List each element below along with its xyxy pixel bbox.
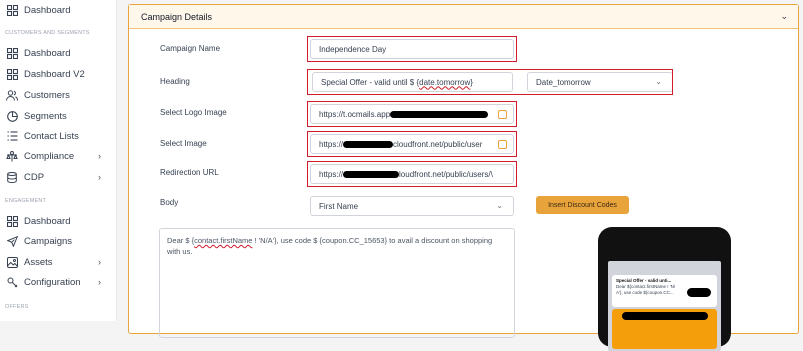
body-label: Body <box>160 198 179 207</box>
sidebar-item-label: Contact Lists <box>24 130 79 142</box>
sidebar-item-cdp[interactable]: CDP › <box>6 168 116 186</box>
sidebar-item-label: Dashboard V2 <box>24 68 85 80</box>
settings-icon <box>6 276 18 288</box>
grid-icon <box>6 47 18 59</box>
sidebar-item-dashboard-top[interactable]: Dashboard <box>6 1 70 19</box>
sidebar-item-label: Segments <box>24 110 67 122</box>
body-select-value: First Name <box>319 201 359 211</box>
database-icon <box>6 171 18 183</box>
chevron-down-icon: ⌄ <box>496 201 503 210</box>
main-content: Campaign Details ⌄ Campaign Name Indepen… <box>117 0 803 351</box>
chevron-down-icon[interactable]: ⌄ <box>780 11 788 22</box>
highlight-box <box>307 69 673 95</box>
highlight-box <box>307 101 517 127</box>
campaign-name-label: Campaign Name <box>160 44 221 53</box>
sidebar-item-campaigns[interactable]: Campaigns <box>6 232 72 250</box>
redaction-bar <box>622 312 708 320</box>
insert-discount-codes-button[interactable]: Insert Discount Codes <box>536 196 629 214</box>
sidebar-item-label: Campaigns <box>24 235 73 247</box>
grid-icon <box>6 215 18 227</box>
preview-thumbnail <box>687 288 711 297</box>
chevron-right-icon: › <box>98 172 101 182</box>
body-personalization-select[interactable]: First Name ⌄ <box>310 196 514 216</box>
sidebar-item-segments[interactable]: Segments <box>6 107 67 125</box>
body-text-part-1: Dear $ { <box>167 236 195 245</box>
sidebar-item-engagement-dashboard[interactable]: Dashboard <box>6 212 70 230</box>
heading-label: Heading <box>160 77 190 86</box>
users-icon <box>6 89 18 101</box>
sidebar-item-contact-lists[interactable]: Contact Lists <box>6 127 79 145</box>
body-textarea[interactable]: Dear $ {contact.firstName ! 'N/A'}, use … <box>159 228 515 338</box>
preview-image <box>612 309 717 349</box>
redirection-url-label: Redirection URL <box>160 168 219 177</box>
chevron-right-icon: › <box>98 151 101 161</box>
sidebar-item-label: Configuration <box>24 276 81 288</box>
sidebar-item-configuration[interactable]: Configuration › <box>6 273 116 291</box>
sidebar-item-dashboard[interactable]: Dashboard <box>6 44 70 62</box>
push-notification-preview: Special Offer - valid unti... Dear ${con… <box>612 275 717 307</box>
sidebar-section-offers: OFFERS <box>5 304 29 310</box>
phone-preview: Special Offer - valid unti... Dear ${con… <box>598 227 731 351</box>
highlight-box <box>307 161 517 187</box>
grid-icon <box>6 4 18 16</box>
send-icon <box>6 235 18 247</box>
sidebar-item-label: Dashboard <box>24 47 71 59</box>
sidebar-item-label: Dashboard <box>24 215 71 227</box>
sidebar-item-label: Customers <box>24 89 70 101</box>
sidebar-section-customers: CUSTOMERS AND SEGMENTS <box>5 30 90 36</box>
sidebar-item-compliance[interactable]: Compliance › <box>6 147 116 165</box>
sidebar-section-engagement: ENGAGEMENT <box>5 198 47 204</box>
card-title: Campaign Details <box>141 12 213 22</box>
sidebar-item-label: Dashboard <box>24 4 71 16</box>
chevron-right-icon: › <box>98 257 101 267</box>
grid-icon <box>6 68 18 80</box>
sidebar-item-assets[interactable]: Assets › <box>6 253 116 271</box>
sidebar-item-dashboard-v2[interactable]: Dashboard V2 <box>6 65 85 83</box>
sidebar-item-label: CDP <box>24 171 45 183</box>
select-logo-image-label: Select Logo Image <box>160 108 227 117</box>
sidebar-item-label: Assets <box>24 256 53 268</box>
image-icon <box>6 256 18 268</box>
list-icon <box>6 130 18 142</box>
campaign-details-header[interactable]: Campaign Details ⌄ <box>129 5 798 29</box>
highlight-box <box>307 36 517 62</box>
pie-icon <box>6 110 18 122</box>
highlight-box <box>307 131 517 157</box>
body-text-var: contact.firstName <box>194 236 253 245</box>
compliance-icon <box>6 150 18 162</box>
sidebar-item-customers[interactable]: Customers <box>6 86 70 104</box>
select-image-label: Select Image <box>160 139 207 148</box>
chevron-right-icon: › <box>98 277 101 287</box>
sidebar-item-label: Compliance <box>24 150 75 162</box>
campaign-details-card: Campaign Details ⌄ Campaign Name Indepen… <box>128 4 799 351</box>
sidebar: Dashboard CUSTOMERS AND SEGMENTS Dashboa… <box>0 0 117 321</box>
phone-screen: Special Offer - valid unti... Dear ${con… <box>608 261 721 351</box>
